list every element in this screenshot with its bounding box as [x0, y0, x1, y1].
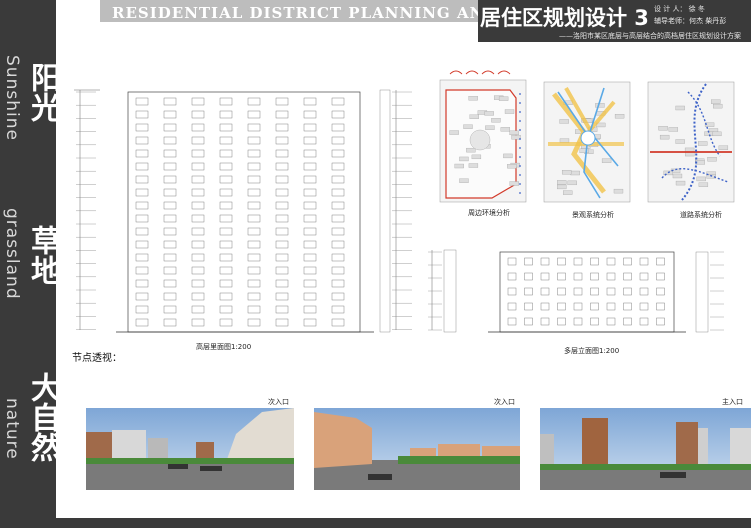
analysis-caption-3: 道路系统分析 [680, 211, 722, 219]
site-analysis-1 [439, 70, 527, 203]
advisor-credit: 辅导老师：何杰 柴丹彭 [654, 17, 727, 25]
sidebar-word-sunshine: Sunshine [2, 55, 22, 141]
multi-storey-elevation [428, 249, 724, 333]
analysis-caption-2: 景观系统分析 [572, 211, 614, 219]
multi-storey-caption: 多层立面图1:200 [564, 347, 620, 355]
perspective-label-2: 次入口 [494, 398, 515, 406]
page-title: 居住区规划设计 3 [480, 6, 649, 30]
perspective-label-1: 次入口 [268, 398, 289, 406]
perspective-label-3: 主入口 [722, 398, 743, 406]
sidebar-word-grassland: grassland [2, 208, 22, 300]
site-analysis-2 [543, 81, 631, 203]
perspective-3 [540, 408, 751, 490]
perspective-1 [86, 408, 294, 490]
sidebar-word-nature: nature [2, 398, 22, 460]
designer-credit: 设 计 人： 徐 冬 [654, 5, 705, 13]
analysis-caption-1: 周边环境分析 [468, 209, 510, 217]
node-perspective-label: 节点透视： [72, 353, 122, 364]
site-analysis-3 [647, 81, 735, 203]
high-rise-elevation [74, 89, 412, 333]
perspective-2 [314, 408, 520, 490]
high-rise-caption: 高层里面图1:200 [196, 343, 252, 351]
drawing-sheet [74, 70, 751, 490]
bottom-bar [56, 518, 751, 528]
